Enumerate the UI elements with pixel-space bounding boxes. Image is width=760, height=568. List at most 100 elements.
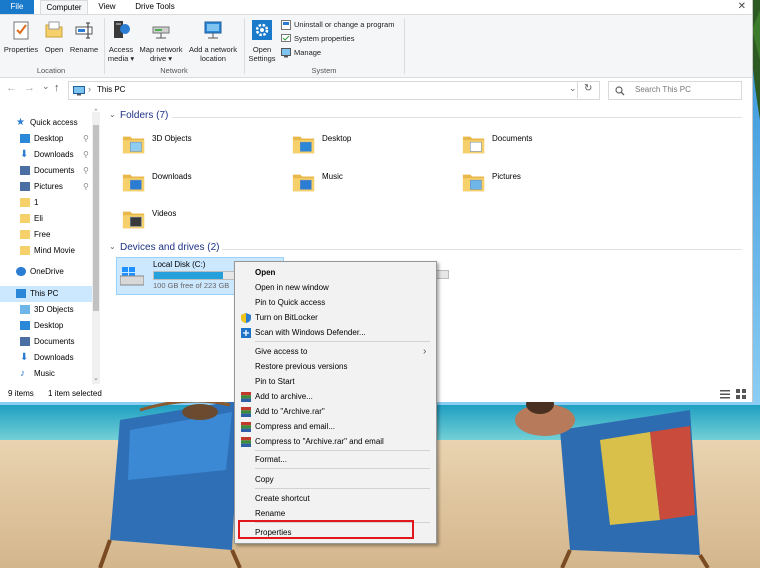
folder-item[interactable]: Videos (122, 207, 262, 235)
menu-item-pin-to-start[interactable]: Pin to Start (255, 375, 430, 389)
sidebar-item-label: Downloads (34, 150, 74, 159)
network-location-icon (204, 21, 222, 39)
access-media-label-line2: media ▾ (107, 54, 135, 63)
menu-item-turn-on-bitlocker[interactable]: Turn on BitLocker (255, 311, 430, 325)
sidebar-item-this-pc[interactable]: This PC (0, 286, 92, 302)
folder-icon (20, 198, 30, 207)
recent-locations-chevron-icon[interactable]: ⌄ (42, 81, 50, 92)
selected-count: 1 item selected (48, 389, 102, 398)
menu-item-compress-and-email[interactable]: Compress and email... (255, 420, 430, 434)
uninstall-program-button[interactable]: Uninstall or change a program (281, 18, 394, 31)
map-network-drive-button[interactable]: Map network drive ▾ (137, 19, 185, 63)
menu-item-label: Scan with Windows Defender... (255, 328, 366, 337)
folder-icon (20, 230, 30, 239)
folders-section-header[interactable]: Folders (7) (120, 110, 168, 121)
menu-item-label: Add to archive... (255, 392, 313, 401)
sidebar-item-documents[interactable]: Documents ⚲ (0, 163, 92, 179)
folder-item[interactable]: Downloads (122, 170, 262, 198)
forward-arrow-icon[interactable]: → (24, 82, 35, 94)
menu-item-add-to-archive[interactable]: Add to archive... (255, 390, 430, 404)
sidebar-item-free[interactable]: Free (0, 227, 92, 243)
address-field[interactable]: › This PC ⌄ (68, 81, 600, 100)
up-arrow-icon[interactable]: ↑ (54, 82, 60, 94)
sidebar-item-3d-objects[interactable]: 3D Objects (0, 302, 92, 318)
folder-item[interactable]: Music (292, 170, 432, 198)
sidebar-item-downloads[interactable]: ⬇ Downloads (0, 350, 92, 366)
folder-icon (20, 214, 30, 223)
sidebar-item-desktop[interactable]: Desktop (0, 318, 92, 334)
rename-ribbon-button[interactable]: Rename (68, 19, 100, 54)
properties-ribbon-button[interactable]: Properties (2, 19, 40, 54)
sidebar-item-mind-movie[interactable]: Mind Movie (0, 243, 92, 259)
menu-item-copy[interactable]: Copy (255, 473, 430, 487)
drive-usage-fill (154, 272, 224, 279)
sidebar-item-quick-access[interactable]: ★ Quick access (0, 115, 92, 131)
videos-folder-icon (122, 211, 145, 229)
tab-view[interactable]: View (90, 0, 124, 14)
media-server-icon (114, 21, 130, 38)
large-icons-view-icon[interactable] (736, 389, 746, 399)
cube-icon (20, 305, 30, 314)
menu-item-add-to-archive-rar[interactable]: Add to "Archive.rar" (255, 405, 430, 419)
winrar-icon (241, 422, 251, 432)
manage-button[interactable]: Manage (281, 46, 321, 59)
menu-item-give-access-to[interactable]: Give access to › (255, 345, 430, 359)
menu-item-open[interactable]: Open (255, 266, 430, 280)
open-settings-button[interactable]: Open Settings (246, 19, 278, 63)
sidebar-item-desktop[interactable]: Desktop ⚲ (0, 131, 92, 147)
folder-item[interactable]: Desktop (292, 132, 432, 160)
computer-icon (16, 289, 26, 298)
collapse-drives-chevron-icon[interactable]: ⌄ (109, 242, 116, 251)
menu-item-create-shortcut[interactable]: Create shortcut (255, 492, 430, 506)
search-input[interactable]: Search This PC (608, 81, 742, 100)
add-network-location-button[interactable]: Add a network location (186, 19, 240, 63)
folder-item[interactable]: Documents (462, 132, 602, 160)
sidebar-item-1[interactable]: 1 (0, 195, 92, 211)
system-properties-button[interactable]: System properties (281, 32, 354, 45)
access-media-button[interactable]: Access media ▾ (106, 19, 136, 63)
sidebar-item-onedrive[interactable]: OneDrive (0, 264, 92, 280)
drives-section-header[interactable]: Devices and drives (2) (120, 242, 219, 253)
folder-item[interactable]: 3D Objects (122, 132, 262, 160)
tab-file[interactable]: File (0, 0, 34, 14)
sidebar-item-music[interactable]: ♪ Music (0, 366, 92, 382)
pictures-folder-icon (462, 174, 485, 192)
sidebar-item-downloads[interactable]: ⬇ Downloads ⚲ (0, 147, 92, 163)
scroll-up-arrow-icon[interactable]: ⌃ (93, 108, 99, 116)
menu-item-restore-previous-versions[interactable]: Restore previous versions (255, 360, 430, 374)
pin-icon: ⚲ (83, 150, 89, 159)
menu-item-compress-to-archive-rar-and-email[interactable]: Compress to "Archive.rar" and email (255, 435, 430, 449)
folder-item[interactable]: Pictures (462, 170, 602, 198)
menu-item-label: Compress and email... (255, 422, 336, 431)
scroll-down-arrow-icon[interactable]: ⌄ (93, 374, 99, 382)
sidebar-item-label: Mind Movie (34, 246, 75, 255)
tab-computer[interactable]: Computer (40, 0, 88, 15)
tab-drive-tools[interactable]: Drive Tools (130, 0, 180, 14)
settings-gear-icon (252, 20, 272, 40)
location-group-label: Location (36, 66, 66, 75)
sidebar-item-eli[interactable]: Eli (0, 211, 92, 227)
open-settings-label-line2: Settings (248, 54, 276, 63)
close-window-button[interactable]: ✕ (738, 1, 746, 12)
details-view-icon[interactable] (720, 389, 730, 399)
refresh-button[interactable]: ↻ (577, 81, 599, 98)
menu-item-open-in-new-window[interactable]: Open in new window (255, 281, 430, 295)
address-dropdown-chevron-icon[interactable]: ⌄ (569, 83, 577, 94)
uninstall-icon (281, 20, 291, 31)
sidebar-item-documents[interactable]: Documents (0, 334, 92, 350)
music-icon: ♪ (20, 368, 25, 379)
menu-item-scan-with-windows-defender[interactable]: Scan with Windows Defender... (255, 326, 430, 340)
back-arrow-icon[interactable]: ← (6, 82, 17, 94)
navigation-pane-scrollbar-thumb[interactable] (93, 125, 99, 311)
sidebar-item-label: Music (34, 369, 55, 378)
menu-item-format[interactable]: Format... (255, 453, 430, 467)
menu-item-pin-to-quick-access[interactable]: Pin to Quick access (255, 296, 430, 310)
folder-label: Pictures (492, 172, 521, 181)
open-ribbon-button[interactable]: Open (42, 19, 66, 54)
sidebar-item-label: Desktop (34, 321, 64, 330)
breadcrumb-this-pc[interactable]: This PC (97, 85, 125, 94)
collapse-folders-chevron-icon[interactable]: ⌄ (109, 110, 116, 119)
menu-item-rename[interactable]: Rename (255, 507, 430, 521)
documents-icon (20, 166, 30, 175)
sidebar-item-pictures[interactable]: Pictures ⚲ (0, 179, 92, 195)
